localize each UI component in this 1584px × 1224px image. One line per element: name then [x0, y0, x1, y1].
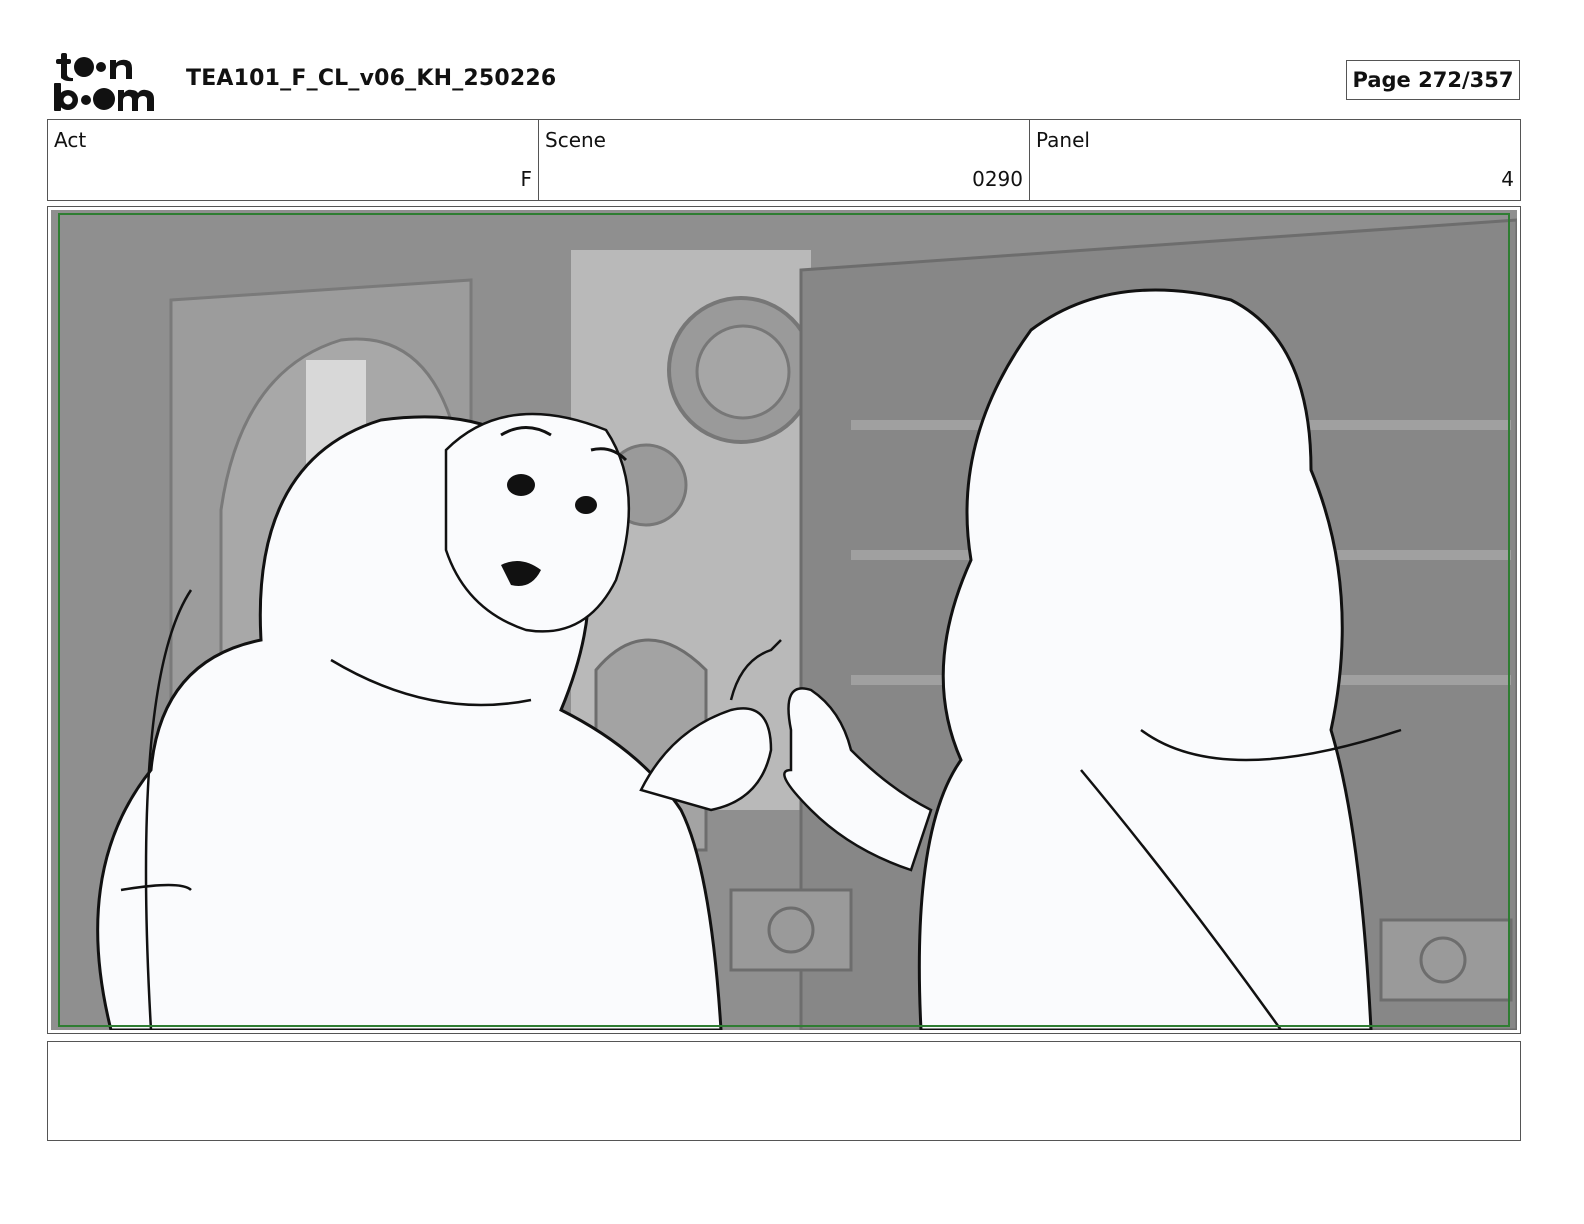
shot-info-table: Act F Scene 0290 Panel 4 — [47, 119, 1521, 201]
panel-value: 4 — [1501, 167, 1514, 191]
act-value: F — [520, 167, 532, 191]
storyboard-panel — [47, 206, 1521, 1034]
scene-cell: Scene 0290 — [538, 120, 1029, 200]
panel-label: Panel — [1036, 128, 1090, 152]
panel-cell: Panel 4 — [1029, 120, 1520, 200]
scene-label: Scene — [545, 128, 606, 152]
scene-value: 0290 — [972, 167, 1023, 191]
act-label: Act — [54, 128, 87, 152]
page-indicator: Page 272/357 — [1346, 60, 1520, 100]
document-title: TEA101_F_CL_v06_KH_250226 — [186, 66, 557, 91]
toon-boom-logo — [54, 53, 154, 111]
panel-notes-box — [47, 1041, 1521, 1141]
act-cell: Act F — [48, 120, 538, 200]
storyboard-sketch-image — [51, 210, 1517, 1030]
